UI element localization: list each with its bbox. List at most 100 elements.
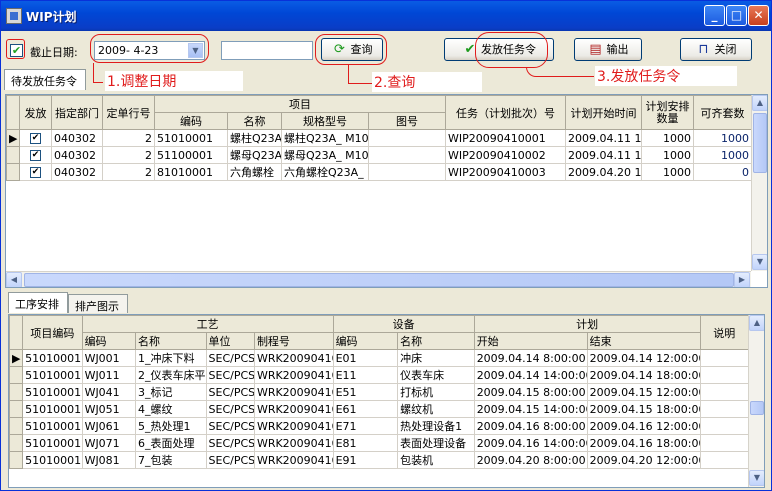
scroll-up-icon[interactable]: ▲ [752,95,767,111]
col-remark[interactable]: 说明 [699,315,749,350]
table-row[interactable]: 51010001 WJ071 6_表面处理 SEC/PCS WRK20090410 E81… [9,434,749,452]
col-plan-end[interactable]: 结束 [586,332,701,350]
scroll-down-icon[interactable]: ▼ [752,254,767,270]
cell-doc[interactable]: WRK20090410 [253,451,334,469]
cell-dev-name[interactable]: 螺纹机 [397,400,475,418]
cell-item[interactable]: 51010001 [22,349,83,367]
col-code[interactable]: 编码 [154,112,228,130]
issue-checkbox[interactable]: ✔ [30,167,41,178]
process-grid-vscroll[interactable]: ▲ ▼ [748,315,764,487]
cell-unit[interactable]: SEC/PCS [205,349,255,367]
scroll-down-icon[interactable]: ▼ [749,470,764,486]
cell-unit[interactable]: SEC/PCS [205,417,255,435]
scroll-thumb[interactable] [750,401,764,415]
cell-item[interactable]: 51010001 [22,417,83,435]
cell-name[interactable]: 5_热处理1 [134,417,207,435]
cell-dev-name[interactable]: 包装机 [397,451,475,469]
tab-pending-tasks[interactable]: 待发放任务令 [4,69,86,90]
cell-start[interactable]: 2009.04.15 8:00:00 [473,383,588,401]
tab-process-schedule[interactable]: 工序安排 [8,292,68,313]
col-dev-code[interactable]: 编码 [332,332,399,350]
task-grid-vscroll[interactable]: ▲ ▼ [751,95,767,271]
cell-dev-code[interactable]: E81 [332,434,399,452]
task-grid-hscroll[interactable]: ◀ ▶ [6,271,751,287]
cell-dev-code[interactable]: E71 [332,417,399,435]
hscroll-thumb[interactable] [24,273,734,287]
cell-dev-code[interactable]: E91 [332,451,399,469]
table-row[interactable]: ✔ 040302 2 81010001 六角螺栓 六角螺栓Q23A_ WIP20… [6,163,752,181]
close-button[interactable]: ⊓ 关闭 [680,38,752,61]
table-row[interactable]: 51010001 WJ011 2_仪表车床平 SEC/PCS WRK20090410 E1… [9,366,749,384]
cell-end[interactable]: 2009.04.14 12:00:00 [586,349,701,367]
col-unit[interactable]: 单位 [205,332,255,350]
cell-code[interactable]: WJ081 [81,451,136,469]
table-row[interactable]: 51010001 WJ061 5_热处理1 SEC/PCS WRK20090410 E71… [9,417,749,435]
col-plan-start[interactable]: 开始 [473,332,588,350]
cell-item[interactable]: 51010001 [22,400,83,418]
table-row[interactable]: 51010001 WJ041 3_标记 SEC/PCS WRK20090410 E51 打标… [9,383,749,401]
cell-end[interactable]: 2009.04.15 18:00:00 [586,400,701,418]
col-row[interactable]: 定单行号 [102,95,155,130]
table-row[interactable]: ▶ 51010001 WJ001 1_冲床下料 SEC/PCS WRK20090410 E0… [9,349,749,367]
cell-code[interactable]: WJ001 [81,349,136,367]
cell-name[interactable]: 6_表面处理 [134,434,207,452]
col-task[interactable]: 任务（计划批次）号 [445,95,566,130]
cell-doc[interactable]: WRK20090410 [253,383,334,401]
maximize-button[interactable]: □ [726,5,747,26]
cell-dev-code[interactable]: E51 [332,383,399,401]
cell-remark[interactable] [699,434,749,452]
filter-input[interactable] [221,41,313,60]
issue-checkbox[interactable]: ✔ [30,150,41,161]
scroll-thumb[interactable] [753,113,767,173]
cell-name[interactable]: 7_包装 [134,451,207,469]
cell-doc[interactable]: WRK20090410 [253,400,334,418]
cell-dev-name[interactable]: 表面处理设备 [397,434,475,452]
cell-doc[interactable]: WRK20090410 [253,349,334,367]
cell-start[interactable]: 2009.04.16 14:00:00 [473,434,588,452]
scroll-right-icon[interactable]: ▶ [734,272,750,287]
col-dept[interactable]: 指定部门 [51,95,103,130]
cell-unit[interactable]: SEC/PCS [205,434,255,452]
cell-start[interactable]: 2009.04.14 8:00:00 [473,349,588,367]
cell-doc[interactable]: WRK20090410 [253,417,334,435]
col-item-code[interactable]: 项目编码 [22,315,83,350]
issue-checkbox[interactable]: ✔ [30,133,41,144]
cell-name[interactable]: 1_冲床下料 [134,349,207,367]
cell-remark[interactable] [699,366,749,384]
cell-name[interactable]: 4_螺纹 [134,400,207,418]
cell-remark[interactable] [699,451,749,469]
cell-end[interactable]: 2009.04.14 18:00:00 [586,366,701,384]
cell-dev-name[interactable]: 热处理设备1 [397,417,475,435]
cell-dev-code[interactable]: E01 [332,349,399,367]
cell-code[interactable]: WJ011 [81,366,136,384]
cell-remark[interactable] [699,417,749,435]
close-window-button[interactable]: ✕ [748,5,769,26]
table-row[interactable]: ✔ 040302 2 51100001 螺母Q23A 螺母Q23A_ M10_ … [6,146,752,164]
cell-item[interactable]: 51010001 [22,366,83,384]
col-craft-name[interactable]: 名称 [134,332,207,350]
cell-unit[interactable]: SEC/PCS [205,451,255,469]
col-drawing[interactable]: 图号 [368,112,446,130]
col-issue[interactable]: 发放 [19,95,52,130]
cell-code[interactable]: WJ051 [81,400,136,418]
export-button[interactable]: ▤ 输出 [574,38,642,61]
col-doc[interactable]: 制程号 [253,332,334,350]
minimize-button[interactable]: _ [704,5,725,26]
cell-dev-name[interactable]: 仪表车床 [397,366,475,384]
cell-dev-name[interactable]: 冲床 [397,349,475,367]
cell-dev-code[interactable]: E11 [332,366,399,384]
cell-doc[interactable]: WRK20090410 [253,434,334,452]
cell-remark[interactable] [699,349,749,367]
title-bar[interactable]: WIP计划 _ □ ✕ [1,1,771,31]
cell-start[interactable]: 2009.04.16 8:00:00 [473,417,588,435]
cell-name[interactable]: 3_标记 [134,383,207,401]
cell-name[interactable]: 2_仪表车床平 [134,366,207,384]
cell-item[interactable]: 51010001 [22,451,83,469]
cell-item[interactable]: 51010001 [22,383,83,401]
cell-start[interactable]: 2009.04.15 14:00:00 [473,400,588,418]
table-row[interactable]: ▶ ✔ 040302 2 51010001 螺柱Q23A 螺柱Q23A_ M10… [6,129,752,147]
cell-doc[interactable]: WRK20090410 [253,366,334,384]
cell-code[interactable]: WJ071 [81,434,136,452]
col-start[interactable]: 计划开始时间 [565,95,642,130]
cell-end[interactable]: 2009.04.20 12:00:00 [586,451,701,469]
